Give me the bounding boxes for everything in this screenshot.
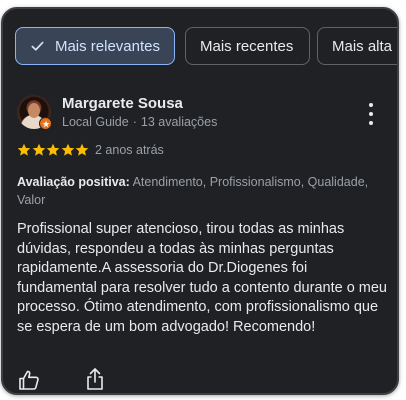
filter-chip-label: Mais recentes [200,37,294,55]
author-name[interactable]: Margarete Sousa [62,95,183,112]
star-icon [61,143,75,156]
positive-review-tags: Avaliação positiva: Atendimento, Profiss… [17,173,377,209]
star-icon [76,143,89,156]
filter-chip-label: Mais alta [332,37,393,55]
filter-chip-label: Mais relevantes [54,37,160,55]
avatar-face [28,103,40,118]
more-vertical-icon[interactable] [363,103,379,125]
local-guide-badge-icon [39,117,52,130]
review-text: Profissional super atencioso, tirou toda… [17,221,387,335]
author-level: Local Guide [62,115,129,129]
check-icon [31,41,44,51]
star-icon [17,143,31,156]
meta-separator: · [132,115,137,129]
share-icon[interactable] [85,367,105,391]
filter-chip-highest[interactable]: Mais alta [317,27,397,65]
author-meta: Local Guide · 13 avaliações [62,115,217,129]
filter-chip-most-recent[interactable]: Mais recentes [185,27,310,65]
thumbs-up-icon[interactable] [18,369,40,391]
review-count: 13 avaliações [140,115,218,129]
filter-chip-most-relevant[interactable]: Mais relevantes [15,27,175,65]
positive-label: Avaliação positiva: [17,175,130,189]
review-date: 2 anos atrás [95,143,164,157]
star-icon [46,143,60,156]
star-rating [17,143,90,157]
review-card: Mais relevantes Mais recentes Mais alta … [1,7,399,395]
star-icon [32,143,45,156]
